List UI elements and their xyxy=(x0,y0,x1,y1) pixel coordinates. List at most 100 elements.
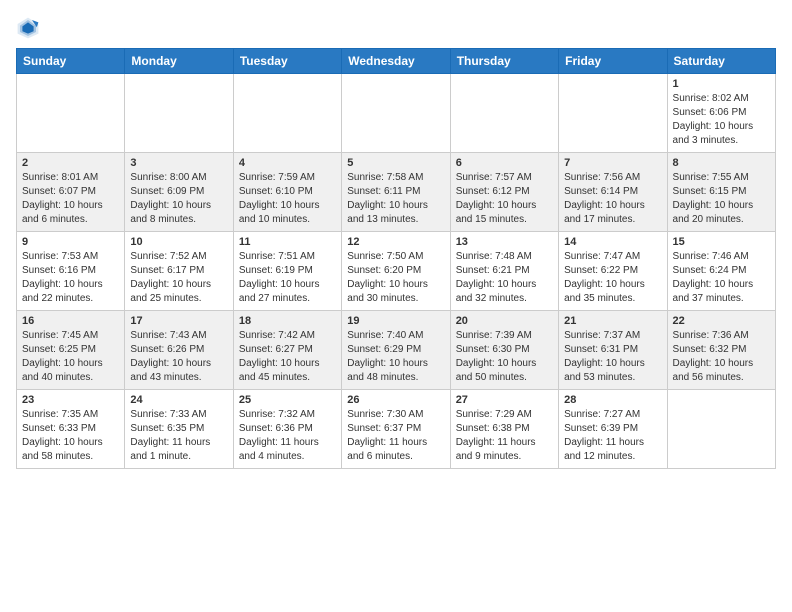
calendar-cell xyxy=(450,74,558,153)
calendar-week-row: 16 Sunrise: 7:45 AM Sunset: 6:25 PM Dayli… xyxy=(17,311,776,390)
day-number: 2 xyxy=(22,157,119,169)
day-number: 24 xyxy=(130,394,227,406)
day-number: 9 xyxy=(22,236,119,248)
day-info: Sunrise: 7:46 AM Sunset: 6:24 PM Dayligh… xyxy=(673,250,770,306)
day-info: Sunrise: 7:42 AM Sunset: 6:27 PM Dayligh… xyxy=(239,329,336,385)
calendar-cell: 11Sunrise: 7:51 AM Sunset: 6:19 PM Dayli… xyxy=(233,232,341,311)
day-info: Sunrise: 7:27 AM Sunset: 6:39 PM Dayligh… xyxy=(564,408,661,464)
day-header-thursday: Thursday xyxy=(450,49,558,74)
day-number: 27 xyxy=(456,394,553,406)
calendar-cell: 21Sunrise: 7:37 AM Sunset: 6:31 PM Dayli… xyxy=(559,311,667,390)
day-info: Sunrise: 7:51 AM Sunset: 6:19 PM Dayligh… xyxy=(239,250,336,306)
day-info: Sunrise: 7:40 AM Sunset: 6:29 PM Dayligh… xyxy=(347,329,444,385)
day-header-sunday: Sunday xyxy=(17,49,125,74)
calendar-cell: 8 Sunrise: 7:55 AM Sunset: 6:15 PM Daylig… xyxy=(667,153,775,232)
calendar-cell: 22 Sunrise: 7:36 AM Sunset: 6:32 PM Dayli… xyxy=(667,311,775,390)
calendar-cell: 25 Sunrise: 7:32 AM Sunset: 6:36 PM Dayli… xyxy=(233,390,341,469)
day-number: 6 xyxy=(456,157,553,169)
calendar-cell: 13 Sunrise: 7:48 AM Sunset: 6:21 PM Dayli… xyxy=(450,232,558,311)
calendar-cell xyxy=(17,74,125,153)
calendar-header-row: SundayMondayTuesdayWednesdayThursdayFrid… xyxy=(17,49,776,74)
day-number: 14 xyxy=(564,236,661,248)
calendar-cell: 23 Sunrise: 7:35 AM Sunset: 6:33 PM Dayli… xyxy=(17,390,125,469)
day-number: 13 xyxy=(456,236,553,248)
calendar-cell: 7 Sunrise: 7:56 AM Sunset: 6:14 PM Daylig… xyxy=(559,153,667,232)
calendar-cell: 3 Sunrise: 8:00 AM Sunset: 6:09 PM Daylig… xyxy=(125,153,233,232)
day-info: Sunrise: 7:32 AM Sunset: 6:36 PM Dayligh… xyxy=(239,408,336,464)
calendar-cell: 1 Sunrise: 8:02 AM Sunset: 6:06 PM Daylig… xyxy=(667,74,775,153)
calendar-cell: 26 Sunrise: 7:30 AM Sunset: 6:37 PM Dayli… xyxy=(342,390,450,469)
day-header-friday: Friday xyxy=(559,49,667,74)
day-header-tuesday: Tuesday xyxy=(233,49,341,74)
day-info: Sunrise: 8:01 AM Sunset: 6:07 PM Dayligh… xyxy=(22,171,119,227)
calendar-cell: 24 Sunrise: 7:33 AM Sunset: 6:35 PM Dayli… xyxy=(125,390,233,469)
calendar-cell: 14 Sunrise: 7:47 AM Sunset: 6:22 PM Dayli… xyxy=(559,232,667,311)
day-info: Sunrise: 7:30 AM Sunset: 6:37 PM Dayligh… xyxy=(347,408,444,464)
day-info: Sunrise: 7:47 AM Sunset: 6:22 PM Dayligh… xyxy=(564,250,661,306)
day-number: 15 xyxy=(673,236,770,248)
day-number: 4 xyxy=(239,157,336,169)
day-info: Sunrise: 7:59 AM Sunset: 6:10 PM Dayligh… xyxy=(239,171,336,227)
day-number: 10 xyxy=(130,236,227,248)
day-header-saturday: Saturday xyxy=(667,49,775,74)
calendar-cell: 19 Sunrise: 7:40 AM Sunset: 6:29 PM Dayli… xyxy=(342,311,450,390)
day-info: Sunrise: 7:53 AM Sunset: 6:16 PM Dayligh… xyxy=(22,250,119,306)
calendar-cell: 4 Sunrise: 7:59 AM Sunset: 6:10 PM Daylig… xyxy=(233,153,341,232)
day-number: 5 xyxy=(347,157,444,169)
day-info: Sunrise: 7:29 AM Sunset: 6:38 PM Dayligh… xyxy=(456,408,553,464)
calendar-cell xyxy=(559,74,667,153)
day-header-wednesday: Wednesday xyxy=(342,49,450,74)
day-number: 19 xyxy=(347,315,444,327)
calendar-cell xyxy=(233,74,341,153)
day-number: 18 xyxy=(239,315,336,327)
calendar-week-row: 9 Sunrise: 7:53 AM Sunset: 6:16 PM Daylig… xyxy=(17,232,776,311)
calendar-cell xyxy=(667,390,775,469)
calendar-cell: 12 Sunrise: 7:50 AM Sunset: 6:20 PM Dayli… xyxy=(342,232,450,311)
day-header-monday: Monday xyxy=(125,49,233,74)
day-info: Sunrise: 8:00 AM Sunset: 6:09 PM Dayligh… xyxy=(130,171,227,227)
calendar-week-row: 23 Sunrise: 7:35 AM Sunset: 6:33 PM Dayli… xyxy=(17,390,776,469)
day-info: Sunrise: 7:50 AM Sunset: 6:20 PM Dayligh… xyxy=(347,250,444,306)
calendar-cell: 17Sunrise: 7:43 AM Sunset: 6:26 PM Dayli… xyxy=(125,311,233,390)
day-number: 21 xyxy=(564,315,661,327)
day-number: 1 xyxy=(673,78,770,90)
day-info: Sunrise: 7:56 AM Sunset: 6:14 PM Dayligh… xyxy=(564,171,661,227)
calendar-cell: 20 Sunrise: 7:39 AM Sunset: 6:30 PM Dayli… xyxy=(450,311,558,390)
day-number: 25 xyxy=(239,394,336,406)
day-info: Sunrise: 7:39 AM Sunset: 6:30 PM Dayligh… xyxy=(456,329,553,385)
day-info: Sunrise: 7:45 AM Sunset: 6:25 PM Dayligh… xyxy=(22,329,119,385)
calendar-cell: 9 Sunrise: 7:53 AM Sunset: 6:16 PM Daylig… xyxy=(17,232,125,311)
calendar-cell: 28 Sunrise: 7:27 AM Sunset: 6:39 PM Dayli… xyxy=(559,390,667,469)
calendar-cell: 16 Sunrise: 7:45 AM Sunset: 6:25 PM Dayli… xyxy=(17,311,125,390)
calendar-cell: 5 Sunrise: 7:58 AM Sunset: 6:11 PM Daylig… xyxy=(342,153,450,232)
calendar-cell: 15 Sunrise: 7:46 AM Sunset: 6:24 PM Dayli… xyxy=(667,232,775,311)
day-info: Sunrise: 7:48 AM Sunset: 6:21 PM Dayligh… xyxy=(456,250,553,306)
logo xyxy=(16,16,44,40)
day-info: Sunrise: 7:52 AM Sunset: 6:17 PM Dayligh… xyxy=(130,250,227,306)
day-number: 12 xyxy=(347,236,444,248)
day-info: Sunrise: 8:02 AM Sunset: 6:06 PM Dayligh… xyxy=(673,92,770,148)
day-info: Sunrise: 7:58 AM Sunset: 6:11 PM Dayligh… xyxy=(347,171,444,227)
page-header xyxy=(16,16,776,40)
day-info: Sunrise: 7:55 AM Sunset: 6:15 PM Dayligh… xyxy=(673,171,770,227)
calendar-cell xyxy=(342,74,450,153)
calendar-week-row: 2 Sunrise: 8:01 AM Sunset: 6:07 PM Daylig… xyxy=(17,153,776,232)
calendar-cell: 18 Sunrise: 7:42 AM Sunset: 6:27 PM Dayli… xyxy=(233,311,341,390)
day-info: Sunrise: 7:33 AM Sunset: 6:35 PM Dayligh… xyxy=(130,408,227,464)
calendar-cell xyxy=(125,74,233,153)
day-number: 28 xyxy=(564,394,661,406)
day-number: 16 xyxy=(22,315,119,327)
calendar-cell: 2 Sunrise: 8:01 AM Sunset: 6:07 PM Daylig… xyxy=(17,153,125,232)
day-number: 8 xyxy=(673,157,770,169)
calendar-cell: 10 Sunrise: 7:52 AM Sunset: 6:17 PM Dayli… xyxy=(125,232,233,311)
day-number: 3 xyxy=(130,157,227,169)
day-number: 23 xyxy=(22,394,119,406)
day-info: Sunrise: 7:35 AM Sunset: 6:33 PM Dayligh… xyxy=(22,408,119,464)
day-number: 26 xyxy=(347,394,444,406)
day-info: Sunrise: 7:36 AM Sunset: 6:32 PM Dayligh… xyxy=(673,329,770,385)
day-number: 20 xyxy=(456,315,553,327)
day-info: Sunrise: 7:57 AM Sunset: 6:12 PM Dayligh… xyxy=(456,171,553,227)
day-number: 22 xyxy=(673,315,770,327)
day-info: Sunrise: 7:43 AM Sunset: 6:26 PM Dayligh… xyxy=(130,329,227,385)
day-number: 7 xyxy=(564,157,661,169)
